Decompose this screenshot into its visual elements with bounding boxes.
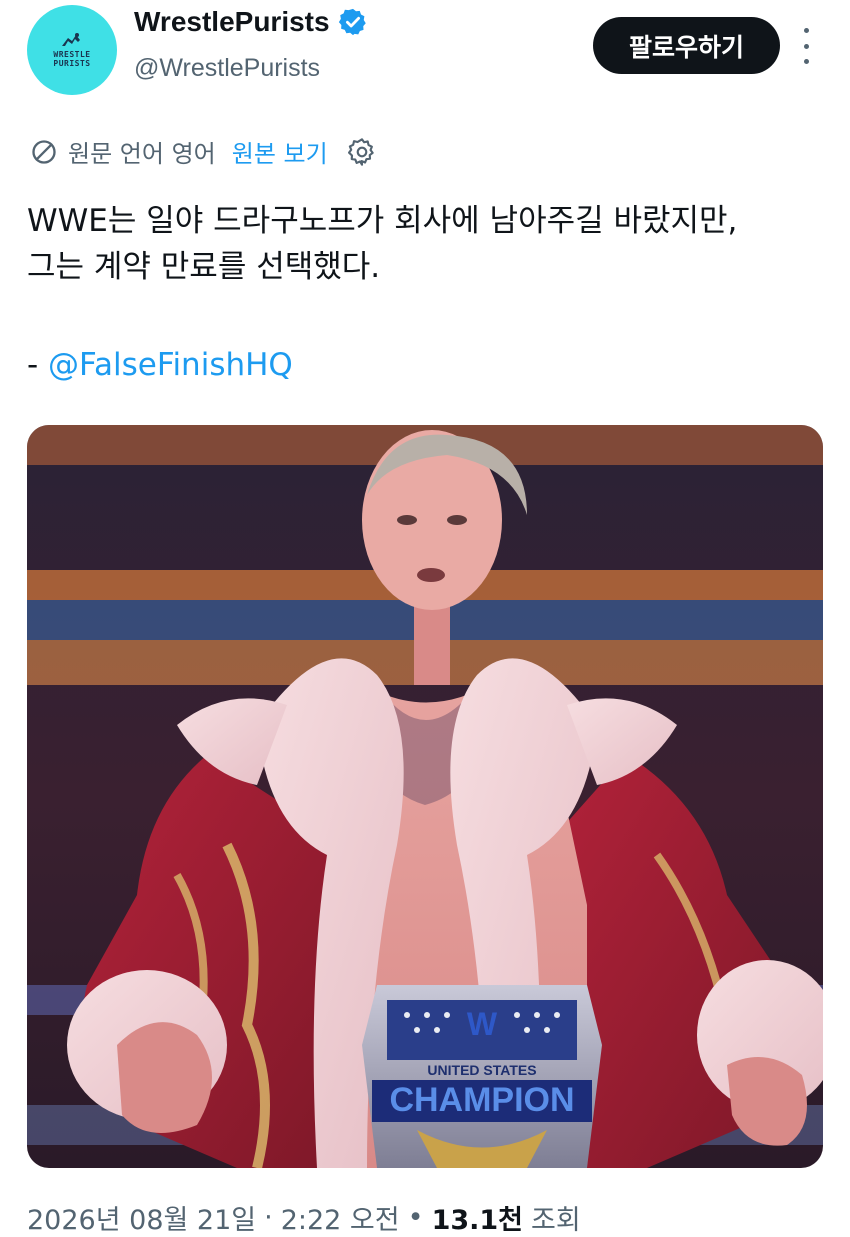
more-vertical-icon[interactable] (796, 28, 816, 64)
wrestler-photo: W UNITED STATES CHAMPION (27, 425, 823, 1168)
credit-prefix: - (27, 347, 49, 383)
account-name-row[interactable]: WrestlePurists (134, 6, 368, 38)
meta-separator: · (264, 1202, 273, 1233)
avatar-logo-text: WRESTLE PURISTS (53, 50, 91, 68)
belt-logo: W (467, 1006, 498, 1042)
translate-globe-icon (32, 139, 56, 164)
tweet-credit: - @FalseFinishHQ (27, 342, 293, 388)
tweet-time[interactable]: 2:22 오전 (281, 1198, 400, 1237)
show-original-link[interactable]: 원본 보기 (232, 134, 328, 169)
views-label: 조회 (531, 1205, 581, 1236)
meta-separator: • (407, 1202, 424, 1233)
wrestler-logo-icon (62, 33, 80, 46)
tweet-date[interactable]: 2026년 08월 21일 (27, 1198, 256, 1237)
tweet-meta: 2026년 08월 21일 · 2:22 오전 • 13.1천 조회 (27, 1198, 581, 1237)
display-name[interactable]: WrestlePurists (134, 6, 330, 38)
follow-button[interactable]: 팔로우하기 (593, 17, 780, 74)
tweet-text-line: WWE는 일야 드라구노프가 회사에 남아주길 바랐지만, (27, 203, 738, 239)
credit-mention-link[interactable]: @FalseFinishHQ (48, 347, 293, 383)
belt-subtext: UNITED STATES (427, 1062, 536, 1078)
tweet-media-image[interactable]: W UNITED STATES CHAMPION (27, 425, 823, 1168)
original-language-label: 원문 언어 영어 (68, 140, 216, 168)
gear-icon[interactable] (346, 136, 378, 168)
account-handle[interactable]: @WrestlePurists (134, 54, 320, 83)
belt-text: CHAMPION (389, 1081, 574, 1119)
translation-bar: 원문 언어 영어 원본 보기 (30, 134, 378, 169)
views-count: 13.1천 (431, 1205, 524, 1236)
verified-badge-icon (338, 8, 366, 36)
avatar[interactable]: WRESTLE PURISTS (27, 5, 117, 95)
tweet-text-line: 그는 계약 만료를 선택했다. (27, 249, 381, 285)
tweet-text: WWE는 일야 드라구노프가 회사에 남아주길 바랐지만, 그는 계약 만료를 … (27, 198, 827, 290)
